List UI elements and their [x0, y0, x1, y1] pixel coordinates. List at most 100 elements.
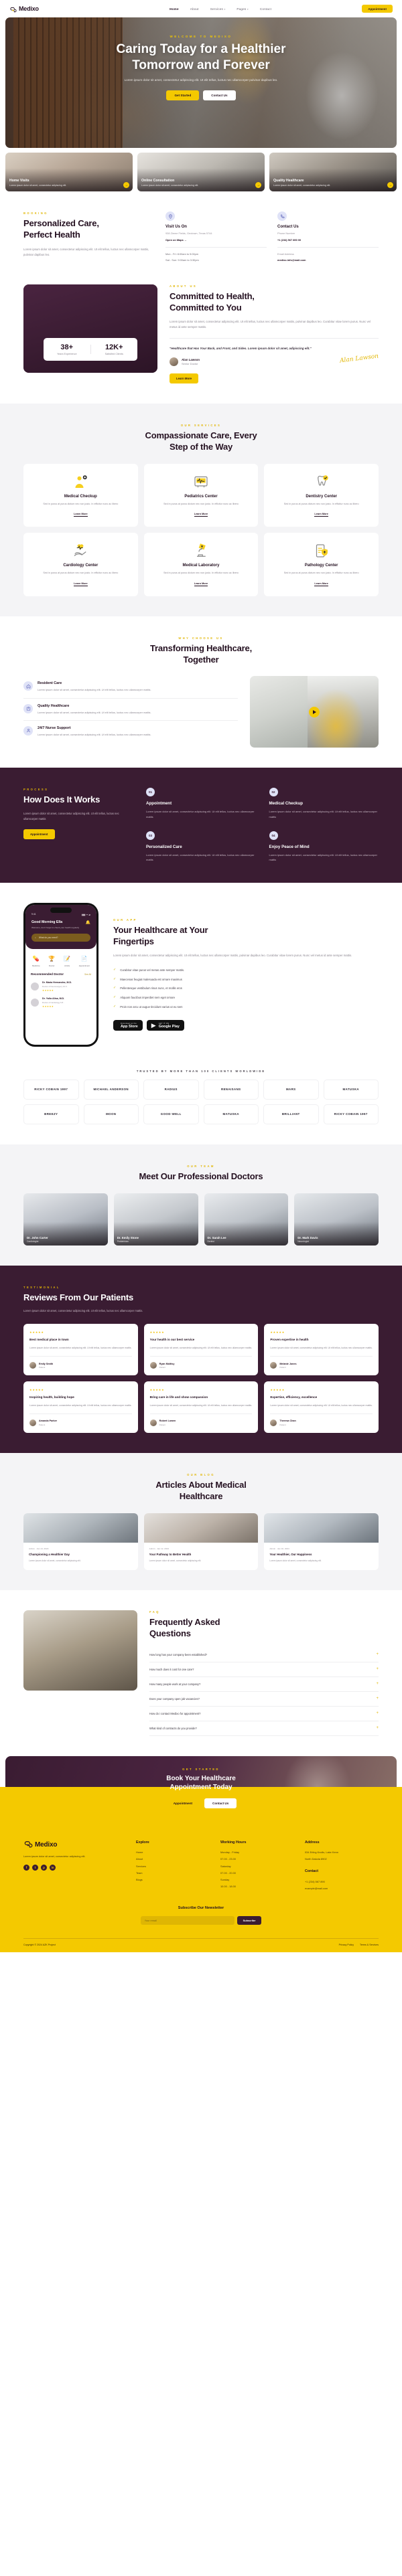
- nav-item-home[interactable]: Home: [170, 7, 179, 11]
- arrow-right-icon[interactable]: →: [255, 182, 261, 188]
- reviews-sub: Lorem ipsum dolor sit amet, consectetur …: [23, 1308, 143, 1312]
- hero-get-started-button[interactable]: Get Started: [166, 90, 200, 100]
- footer-brand-logo[interactable]: Medixo: [23, 1840, 125, 1850]
- faq-item[interactable]: Does your company open job vacancies? +: [149, 1692, 379, 1707]
- plus-icon[interactable]: +: [376, 1682, 379, 1686]
- app-category-medicine[interactable]: 💊 Medicine: [32, 955, 40, 967]
- faq-item[interactable]: How long has your company been establish…: [149, 1648, 379, 1662]
- hero-card-home-visits[interactable]: Home Visits Lorem ipsum dolor sit amet, c…: [5, 153, 133, 191]
- linkedin-icon[interactable]: in: [50, 1865, 56, 1871]
- footer-link[interactable]: Blogs: [136, 1876, 210, 1883]
- privacy-policy-link[interactable]: Privacy Policy: [339, 1944, 354, 1946]
- app-doctor-item[interactable]: Dr. Maria Hernandez, M.D. Doctor of Neuro…: [25, 978, 96, 995]
- email-value[interactable]: medixo.info@mail.com: [277, 258, 379, 262]
- hero-card-online-consultation[interactable]: Online Consultation Lorem ipsum dolor sit…: [137, 153, 265, 191]
- arrow-right-icon[interactable]: →: [387, 182, 393, 188]
- service-card-medical-checkup[interactable]: Medical Checkup Sed in purus at purus di…: [23, 463, 138, 527]
- why-video-thumbnail[interactable]: [250, 676, 379, 748]
- facebook-icon[interactable]: f: [23, 1865, 29, 1871]
- app-category-article[interactable]: 📝 Article: [64, 955, 71, 967]
- app-category-appointment[interactable]: 📄 Appointment: [79, 955, 90, 967]
- article-card[interactable]: Admin · Jan 14, 2024 Championing a Health…: [23, 1513, 138, 1570]
- article-card[interactable]: Admin · Jan 12, 2024 Your Pathway to Bett…: [143, 1513, 259, 1570]
- doctor-card[interactable]: Dr. John Carter Cardiologist: [23, 1193, 108, 1246]
- card-text: Lorem ipsum dolor sit amet, consectetur …: [9, 184, 67, 187]
- hero-card-quality-healthcare[interactable]: Quality Healthcare Lorem ipsum dolor sit …: [269, 153, 397, 191]
- open-on-maps-link[interactable]: Open on Maps →: [165, 238, 267, 242]
- app-search-bar[interactable]: ⌕ What do you need?: [31, 934, 90, 942]
- footer-email[interactable]: example@mail.com: [305, 1885, 379, 1891]
- arrow-right-icon[interactable]: →: [123, 182, 129, 188]
- service-text: Sed in purus at purus dictum nec non jus…: [163, 572, 239, 575]
- service-learn-more[interactable]: Learn More: [194, 582, 208, 586]
- process-step-1: 01 Appointment Lorem ipsum dolor sit amet,…: [146, 788, 256, 819]
- doctor-card[interactable]: Dr. Mark Davis Neurologist: [294, 1193, 379, 1246]
- service-card-dentistry-center[interactable]: Dentistry Center Sed in purus at purus d…: [264, 463, 379, 527]
- nav-item-contact[interactable]: Contact: [260, 7, 271, 11]
- service-card-cardiology-center[interactable]: Cardiology Center Sed in purus at purus …: [23, 533, 138, 596]
- google-play-button[interactable]: ▶ GET IT ON Google Play: [146, 1020, 184, 1031]
- faq-item[interactable]: What kind of contracts do you provide? +: [149, 1721, 379, 1736]
- why-title: Transforming Healthcare, Together: [150, 642, 252, 665]
- site-footer: Medixo Lorem ipsum dolor sit amet, conse…: [0, 1786, 402, 1953]
- service-learn-more[interactable]: Learn More: [194, 513, 208, 517]
- nav-item-pages[interactable]: Pages ▾: [237, 7, 248, 11]
- header-appointment-button[interactable]: Appointment: [362, 4, 393, 13]
- home-icon: [23, 681, 33, 691]
- terms-link[interactable]: Terms & Services: [360, 1944, 379, 1946]
- app-doctor-item[interactable]: Dr. Yulia Alisa, M.D. Doctor of Cardiolog…: [25, 995, 96, 1011]
- app-store-button[interactable]: Download on the App Store: [113, 1020, 143, 1031]
- footer-phone[interactable]: +1 (234) 567 890: [305, 1878, 379, 1885]
- faq-item[interactable]: How do i contact Medixo for appointment?…: [149, 1707, 379, 1721]
- bell-icon[interactable]: 🔔: [86, 920, 90, 925]
- faq-item[interactable]: How many people work at your company? +: [149, 1677, 379, 1692]
- service-card-medical-laboratory[interactable]: Medical Laboratory Sed in purus at purus…: [143, 533, 259, 596]
- newsletter-email-input[interactable]: [140, 1916, 234, 1925]
- service-learn-more[interactable]: Learn More: [74, 513, 88, 517]
- footer-link[interactable]: Home: [136, 1849, 210, 1856]
- footer-address-contact: Address 034 Erling Knolls, Lake Kenn Nor…: [305, 1840, 379, 1892]
- plus-icon[interactable]: +: [376, 1697, 379, 1701]
- cta-contact-button[interactable]: Contact Us: [204, 1798, 237, 1808]
- brand-logo[interactable]: Medixo: [9, 5, 39, 13]
- nav-item-services[interactable]: Services ▾: [210, 7, 226, 11]
- doctors-section: OUR TEAM Meet Our Professional Doctors D…: [0, 1144, 402, 1266]
- plus-icon[interactable]: +: [376, 1652, 379, 1656]
- plus-icon[interactable]: +: [376, 1711, 379, 1715]
- footer-link[interactable]: About: [136, 1856, 210, 1863]
- copyright: Copyright © 2024 AZK Project: [23, 1944, 56, 1947]
- plus-icon[interactable]: +: [376, 1726, 379, 1730]
- avatar: [31, 982, 39, 991]
- client-logo: BREEZY: [23, 1104, 79, 1124]
- phone-value[interactable]: +1 (234) 567 890 00: [277, 238, 379, 242]
- play-icon[interactable]: [309, 706, 320, 717]
- article-card[interactable]: Admin · Jan 10, 2024 Your Healthier, Our …: [264, 1513, 379, 1570]
- footer-link[interactable]: Team: [136, 1869, 210, 1876]
- footer-brand-desc: Lorem ipsum dolor sit amet, consectetur …: [23, 1855, 86, 1858]
- doctor-card[interactable]: Dr. Sarah Lee Dentist: [204, 1193, 289, 1246]
- about-learn-more-button[interactable]: Learn More: [170, 373, 199, 383]
- signature: Alan Lawson: [339, 353, 379, 365]
- service-card-pediatrics-center[interactable]: Pediatrics Center Sed in purus at purus …: [143, 463, 259, 527]
- contact-heading: Contact Us: [277, 225, 299, 229]
- service-learn-more[interactable]: Learn More: [314, 582, 328, 586]
- newsletter-subscribe-button[interactable]: Subscribe: [237, 1916, 262, 1925]
- app-see-all-link[interactable]: See All: [84, 973, 91, 976]
- service-learn-more[interactable]: Learn More: [74, 582, 88, 586]
- doctor-card[interactable]: Dr. Emily Stone Pediatrician: [113, 1193, 198, 1246]
- articles-eyebrow: OUR BLOG: [187, 1473, 215, 1477]
- service-card-pathology-center[interactable]: Pathology Center Sed in purus at purus d…: [264, 533, 379, 596]
- process-appointment-button[interactable]: Appointment: [23, 829, 55, 840]
- twitter-icon[interactable]: t: [32, 1865, 38, 1871]
- cta-appointment-button[interactable]: Appointment: [165, 1798, 201, 1808]
- app-category-doctor[interactable]: 🏆 Doctor: [48, 955, 56, 967]
- footer-link[interactable]: Services: [136, 1863, 210, 1869]
- hours-weekday: Mon - Fri: 8:00am to 5:00pm: [165, 252, 199, 256]
- hero-contact-button[interactable]: Contact Us: [203, 90, 236, 100]
- faq-item[interactable]: How much does it cost for one care? +: [149, 1662, 379, 1677]
- services-grid: Medical Checkup Sed in purus at purus di…: [23, 463, 379, 596]
- plus-icon[interactable]: +: [376, 1667, 379, 1671]
- service-learn-more[interactable]: Learn More: [314, 513, 328, 517]
- nav-item-about[interactable]: About: [190, 7, 199, 11]
- pinterest-icon[interactable]: p: [41, 1865, 47, 1871]
